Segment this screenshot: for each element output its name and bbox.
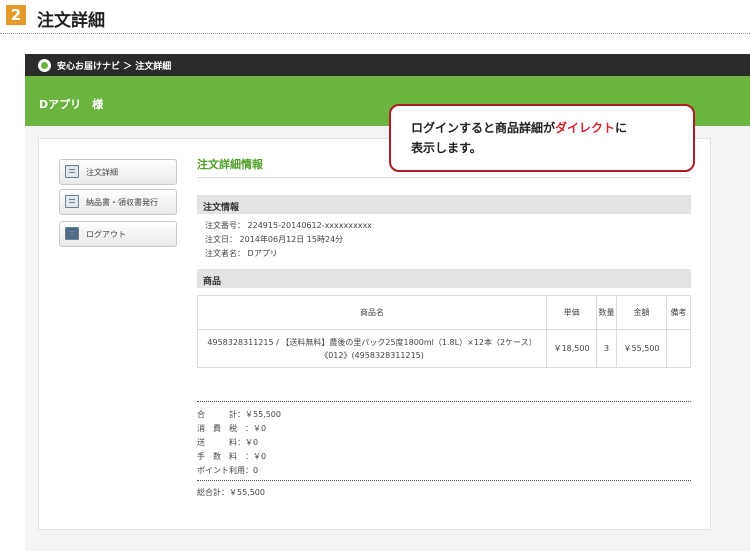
order-info-heading: 注文情報 xyxy=(197,195,691,214)
summary-fee: 手 数 料 ：￥0 xyxy=(197,452,267,461)
column-header-name: 商品名 xyxy=(196,295,548,330)
page-title: 注文詳細情報 xyxy=(197,158,263,171)
table-row: 4958328311215 / 【送料無料】農後の里パック25度1800ml（1… xyxy=(196,329,691,368)
sidebar-item-order-detail[interactable]: 注文詳細 xyxy=(59,159,177,185)
column-header-amount: 金額 xyxy=(616,295,667,330)
app-logo-icon xyxy=(38,59,51,72)
callout-text-end: に xyxy=(615,121,628,135)
content-panel: 注文詳細 納品書・領収書発行 ログアウト 注文詳細情報 注文情報 注文番号： 2… xyxy=(38,138,711,530)
products-heading: 商品 xyxy=(197,269,691,288)
amount: ￥55,500 xyxy=(616,329,667,368)
logout-icon xyxy=(65,227,79,240)
dotted-divider xyxy=(197,401,691,402)
sidebar-item-label: ログアウト xyxy=(86,230,126,239)
callout-text-line2: 表示します。 xyxy=(411,141,482,155)
user-label: Dアプリ 様 xyxy=(39,98,104,111)
summary-total: 総合計：￥55,500 xyxy=(197,488,265,497)
document-icon xyxy=(65,165,79,178)
column-header-qty: 数量 xyxy=(596,295,618,330)
quantity: 3 xyxy=(596,329,618,368)
callout-text: ログインすると商品詳細が xyxy=(411,121,556,135)
product-name: 4958328311215 / 【送料無料】農後の里パック25度1800ml（1… xyxy=(196,329,548,368)
step-header: 2 注文詳細 xyxy=(0,0,750,34)
note xyxy=(666,329,691,368)
step-number-badge: 2 xyxy=(6,5,26,25)
top-bar: 安心お届けナビ ＞ 注文詳細 xyxy=(25,54,750,76)
callout-bubble: ログインすると商品詳細がダイレクトに 表示します。 xyxy=(389,104,695,172)
callout-highlight: ダイレクト xyxy=(555,121,616,135)
sidebar-item-invoice-receipt[interactable]: 納品書・領収書発行 xyxy=(59,189,177,215)
breadcrumb: 安心お届けナビ ＞ 注文詳細 xyxy=(57,62,172,72)
divider xyxy=(197,177,691,178)
products-table: 商品名 単価 数量 金額 備考 4958328311215 / 【送料無料】農後… xyxy=(196,295,691,368)
table-header-row: 商品名 単価 数量 金額 備考 xyxy=(196,295,691,330)
orderer-name: 注文者名： Dアプリ xyxy=(205,249,278,258)
summary-shipping: 送 料：￥0 xyxy=(197,438,259,447)
column-header-note: 備考 xyxy=(666,295,691,330)
order-date: 注文日： 2014年06月12日 15時24分 xyxy=(205,235,344,244)
summary-tax: 消 費 税 ：￥0 xyxy=(197,424,267,433)
sidebar-item-label: 注文詳細 xyxy=(86,168,118,177)
receipt-icon xyxy=(65,195,79,208)
column-header-price: 単価 xyxy=(546,295,598,330)
sidebar-item-logout[interactable]: ログアウト xyxy=(59,221,177,247)
dotted-divider xyxy=(197,480,691,481)
summary-subtotal: 合 計：￥55,500 xyxy=(197,410,281,419)
summary-points: ポイント利用：0 xyxy=(197,466,259,475)
sidebar-item-label: 納品書・領収書発行 xyxy=(86,198,158,207)
order-number: 注文番号： 224915-20140612-xxxxxxxxxx xyxy=(205,221,372,230)
step-title: 注文詳細 xyxy=(37,11,105,31)
unit-price: ￥18,500 xyxy=(546,329,598,368)
